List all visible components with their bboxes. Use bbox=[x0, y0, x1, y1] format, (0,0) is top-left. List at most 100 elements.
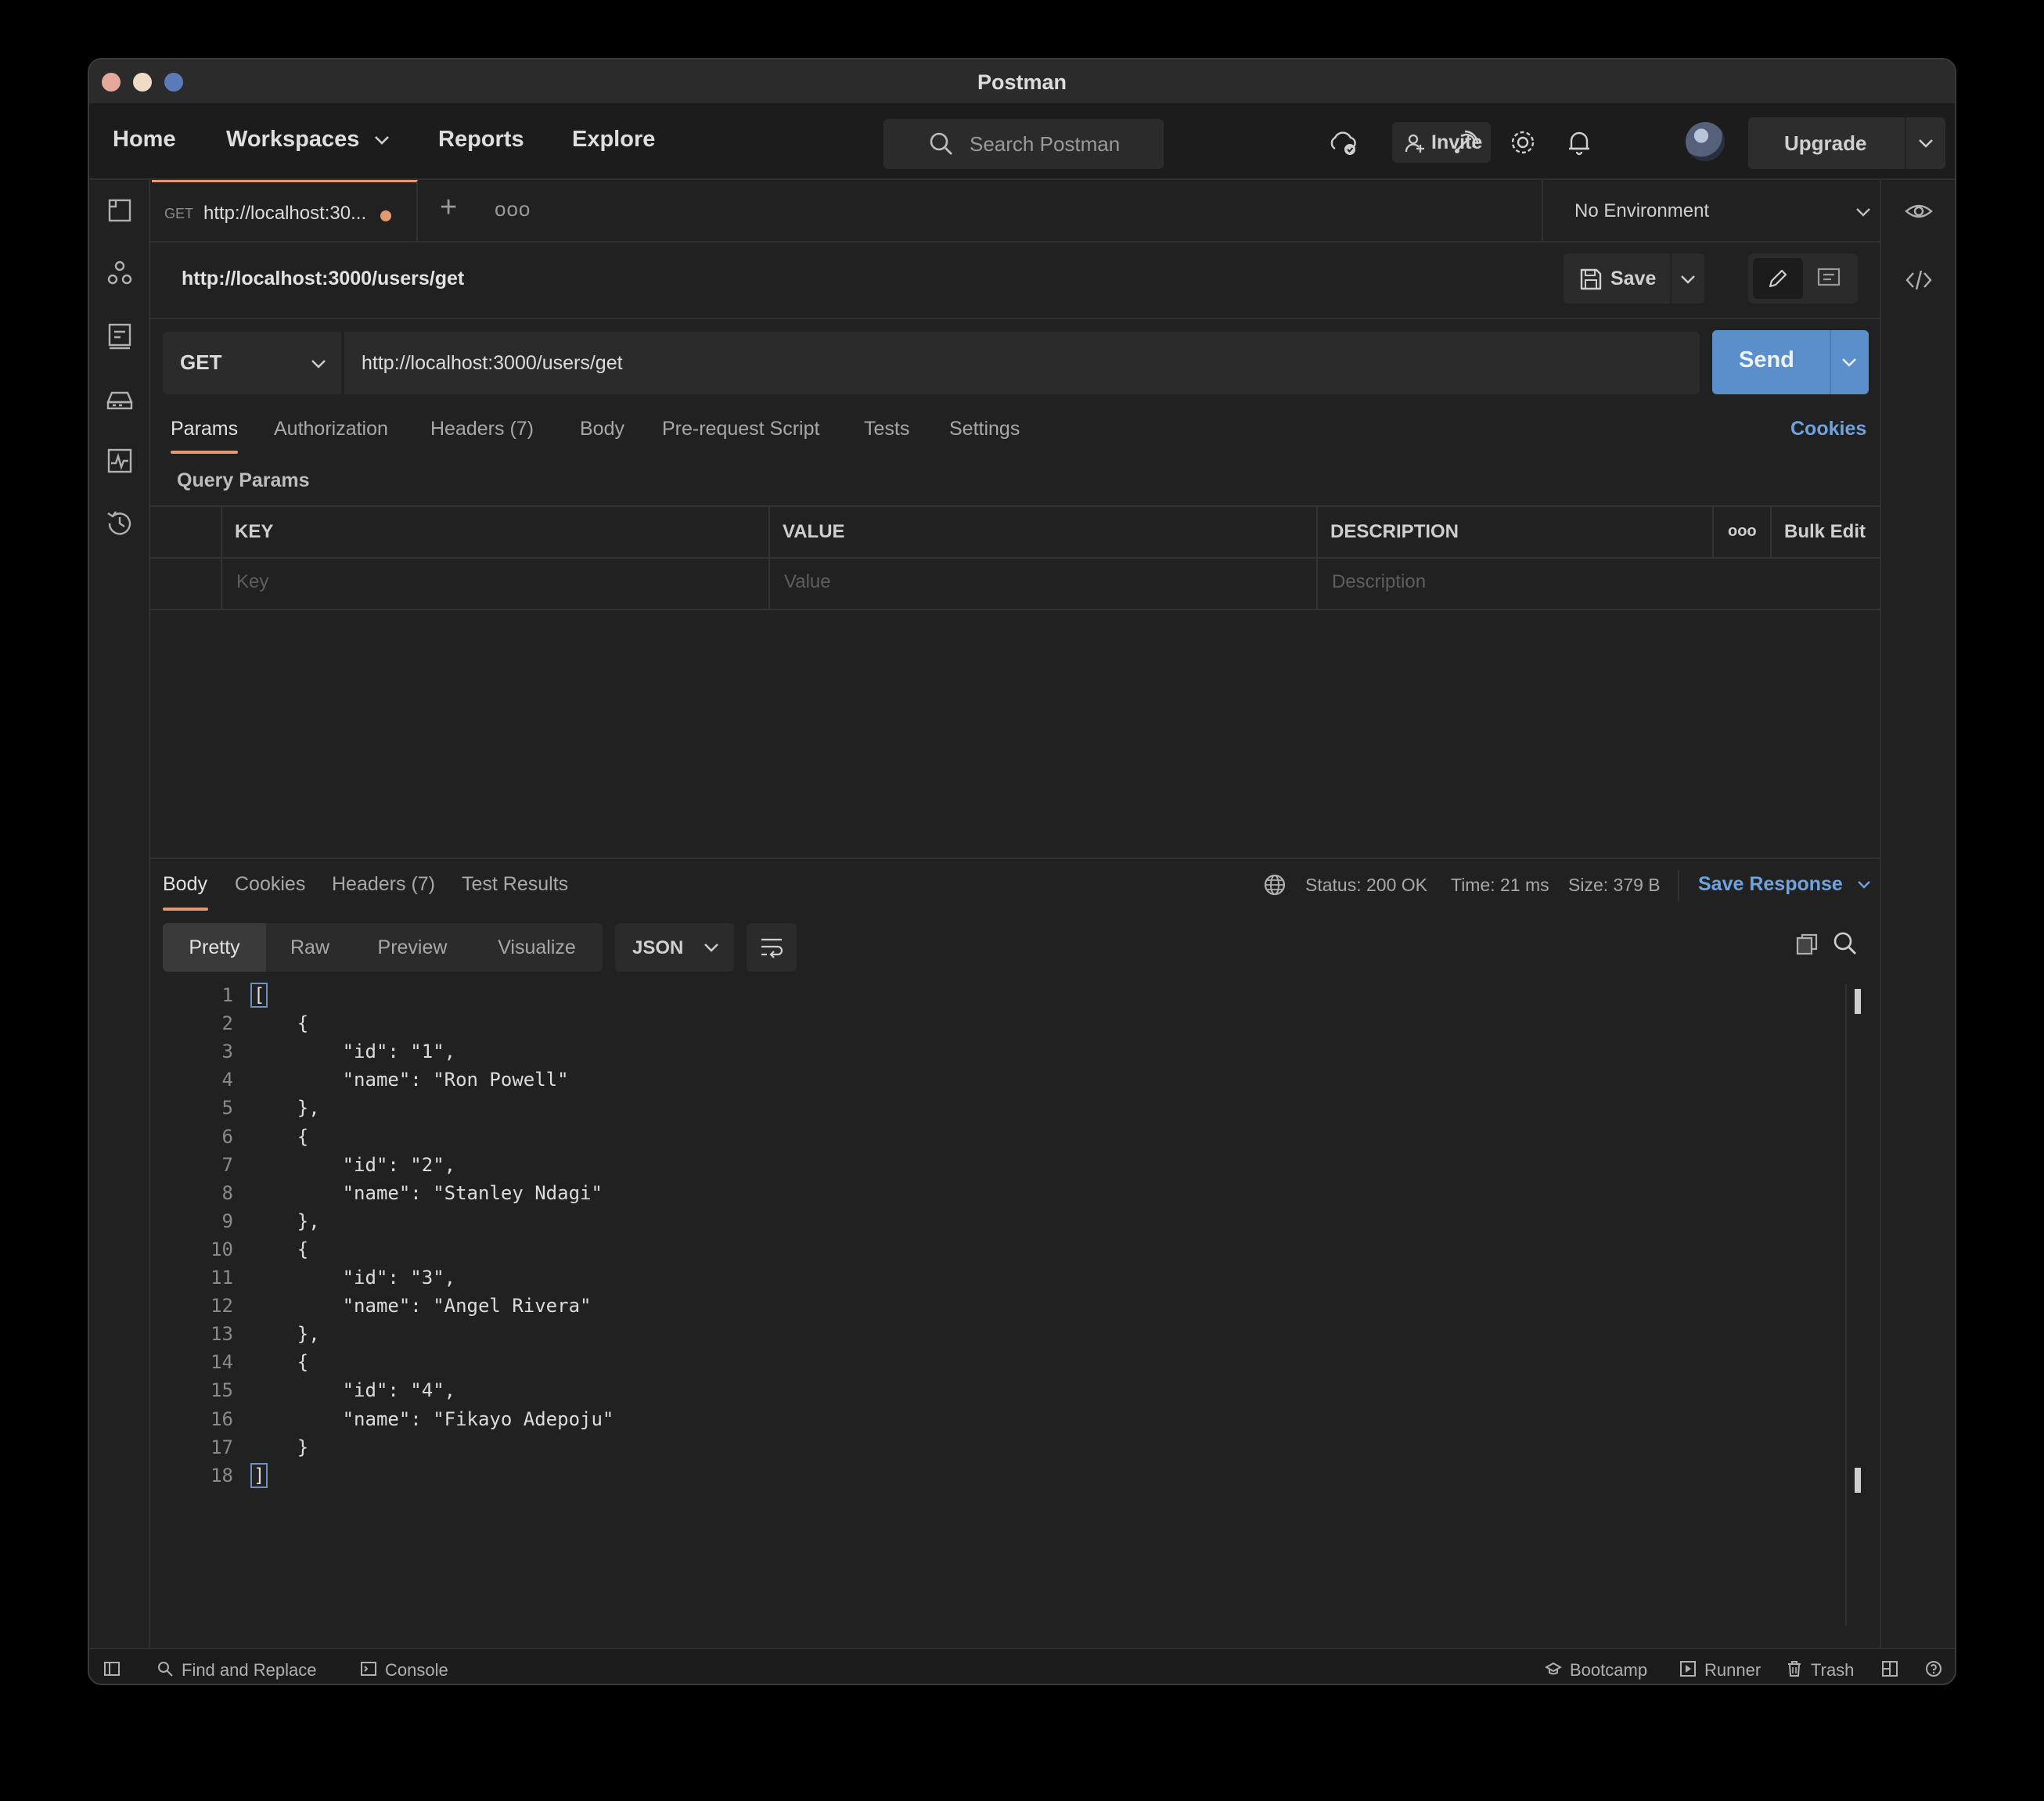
response-status[interactable]: Status: 200 OK bbox=[1305, 875, 1427, 896]
code-line[interactable]: 3 "id": "1", bbox=[163, 1041, 1728, 1069]
code-line[interactable]: 14 { bbox=[163, 1351, 1728, 1379]
code-line[interactable]: 7 "id": "2", bbox=[163, 1154, 1728, 1182]
code-line[interactable]: 1[ bbox=[163, 983, 1728, 1012]
tab-headers[interactable]: Headers (7) bbox=[430, 418, 534, 440]
send-button[interactable]: Send bbox=[1712, 330, 1869, 394]
comments-icon[interactable] bbox=[1817, 268, 1841, 289]
tab-pre-request-script[interactable]: Pre-request Script bbox=[662, 418, 819, 440]
code-line[interactable]: 9 }, bbox=[163, 1210, 1728, 1238]
tab-body[interactable]: Body bbox=[580, 418, 624, 440]
code-line[interactable]: 2 { bbox=[163, 1012, 1728, 1041]
save-button[interactable]: Save bbox=[1564, 253, 1704, 304]
tab-params[interactable]: Params bbox=[171, 418, 238, 440]
code-line[interactable]: 8 "name": "Stanley Ndagi" bbox=[163, 1182, 1728, 1210]
cloud-sync-icon[interactable] bbox=[1327, 127, 1358, 158]
request-title[interactable]: http://localhost:3000/users/get bbox=[182, 268, 464, 290]
response-body-editor[interactable]: 1[2 {3 "id": "1", 4 "name": "Ron Powell" 5… bbox=[163, 983, 1845, 1626]
runner-button[interactable]: Runner bbox=[1704, 1660, 1761, 1681]
globe-icon[interactable] bbox=[1263, 873, 1286, 897]
new-tab-plus-icon[interactable]: + bbox=[440, 191, 457, 225]
trash-button[interactable]: Trash bbox=[1811, 1660, 1854, 1681]
response-tab-headers[interactable]: Headers (7) bbox=[332, 873, 435, 896]
nav-workspaces-label: Workspaces bbox=[226, 127, 360, 152]
line-number: 9 bbox=[221, 1210, 233, 1232]
edit-mode-option[interactable] bbox=[1753, 258, 1803, 299]
nav-workspaces[interactable]: Workspaces bbox=[226, 127, 390, 153]
upgrade-button[interactable]: Upgrade bbox=[1748, 117, 1945, 169]
save-options-chevron-icon[interactable] bbox=[1679, 274, 1697, 285]
tab-active-request[interactable]: GET http://localhost:30... bbox=[152, 180, 418, 243]
view-visualize[interactable]: Visualize bbox=[471, 923, 603, 972]
find-and-replace-button[interactable]: Find and Replace bbox=[182, 1660, 316, 1681]
response-tab-cookies[interactable]: Cookies bbox=[235, 873, 305, 896]
satellite-icon[interactable] bbox=[1451, 127, 1482, 158]
upgrade-chevron-down-icon[interactable] bbox=[1917, 138, 1934, 149]
collections-icon[interactable] bbox=[105, 196, 135, 225]
code-line[interactable]: 6 { bbox=[163, 1126, 1728, 1154]
nav-explore[interactable]: Explore bbox=[572, 127, 655, 153]
settings-gear-icon[interactable] bbox=[1507, 127, 1538, 158]
code-snippet-icon[interactable] bbox=[1905, 266, 1933, 294]
history-icon[interactable] bbox=[105, 509, 135, 538]
tab-settings[interactable]: Settings bbox=[949, 418, 1020, 440]
code-line[interactable]: 4 "name": "Ron Powell" bbox=[163, 1069, 1728, 1097]
code-line[interactable]: 18] bbox=[163, 1462, 1728, 1493]
description-input[interactable]: Description bbox=[1332, 571, 1426, 593]
unsaved-dot-icon bbox=[380, 210, 391, 221]
tab-more-options-icon[interactable]: ooo bbox=[495, 197, 531, 221]
view-raw[interactable]: Raw bbox=[266, 923, 354, 972]
code-line[interactable]: 5 }, bbox=[163, 1097, 1728, 1125]
environment-selector[interactable]: No Environment bbox=[1542, 180, 1883, 243]
line-number: 16 bbox=[211, 1407, 233, 1430]
editor-scrollbar[interactable] bbox=[1845, 984, 1847, 1626]
bulk-edit-button[interactable]: Bulk Edit bbox=[1784, 521, 1866, 543]
response-time[interactable]: Time: 21 ms bbox=[1451, 875, 1549, 896]
wrap-lines-button[interactable] bbox=[747, 923, 797, 972]
nav-home[interactable]: Home bbox=[113, 127, 176, 153]
cookies-link[interactable]: Cookies bbox=[1790, 418, 1866, 440]
notification-bell-icon[interactable] bbox=[1564, 127, 1595, 158]
trash-icon bbox=[1788, 1661, 1801, 1677]
key-input[interactable]: Key bbox=[236, 571, 268, 593]
code-line[interactable]: 11 "id": "3", bbox=[163, 1267, 1728, 1295]
value-input[interactable]: Value bbox=[784, 571, 831, 593]
search-bar[interactable]: Search Postman bbox=[883, 119, 1164, 169]
environment-quick-look-icon[interactable] bbox=[1905, 197, 1933, 225]
view-mode-toggle[interactable] bbox=[1748, 253, 1858, 304]
response-tab-test-results[interactable]: Test Results bbox=[462, 873, 568, 896]
help-icon[interactable] bbox=[1925, 1660, 1942, 1677]
environments-icon[interactable] bbox=[105, 321, 135, 350]
view-pretty[interactable]: Pretty bbox=[163, 923, 266, 972]
status-bar: Find and Replace Console Bootcamp Runner… bbox=[89, 1648, 1955, 1684]
user-avatar[interactable] bbox=[1686, 122, 1725, 161]
bootcamp-button[interactable]: Bootcamp bbox=[1570, 1660, 1647, 1681]
table-more-options-icon[interactable]: ooo bbox=[1728, 523, 1757, 541]
view-preview[interactable]: Preview bbox=[354, 923, 471, 972]
code-text: "name": "Angel Rivera" bbox=[252, 1295, 592, 1317]
code-line[interactable]: 12 "name": "Angel Rivera" bbox=[163, 1295, 1728, 1323]
nav-reports[interactable]: Reports bbox=[438, 127, 524, 153]
tab-tests[interactable]: Tests bbox=[864, 418, 909, 440]
code-line[interactable]: 16 "name": "Fikayo Adepoju" bbox=[163, 1408, 1728, 1436]
two-pane-view-icon[interactable] bbox=[1881, 1660, 1898, 1677]
search-response-icon[interactable] bbox=[1833, 931, 1858, 956]
http-method-select[interactable]: GET bbox=[163, 332, 343, 394]
url-input[interactable] bbox=[344, 332, 1700, 394]
response-tab-body[interactable]: Body bbox=[163, 873, 207, 896]
mock-servers-icon[interactable] bbox=[105, 383, 135, 413]
save-response-button[interactable]: Save Response bbox=[1698, 873, 1872, 896]
monitors-icon[interactable] bbox=[105, 446, 135, 476]
code-line[interactable]: 10 { bbox=[163, 1238, 1728, 1267]
apis-icon[interactable] bbox=[105, 258, 135, 288]
response-size[interactable]: Size: 379 B bbox=[1568, 875, 1661, 896]
send-options-chevron-icon[interactable] bbox=[1841, 357, 1858, 368]
format-select[interactable]: JSON bbox=[615, 923, 734, 972]
code-line[interactable]: 15 "id": "4", bbox=[163, 1379, 1728, 1407]
code-line[interactable]: 17 } bbox=[163, 1436, 1728, 1465]
copy-icon[interactable] bbox=[1795, 933, 1819, 956]
response-divider[interactable] bbox=[150, 857, 1881, 859]
console-button[interactable]: Console bbox=[385, 1660, 448, 1681]
tab-authorization[interactable]: Authorization bbox=[274, 418, 388, 440]
code-line[interactable]: 13 }, bbox=[163, 1323, 1728, 1351]
toggle-sidebar-icon[interactable] bbox=[103, 1660, 121, 1677]
